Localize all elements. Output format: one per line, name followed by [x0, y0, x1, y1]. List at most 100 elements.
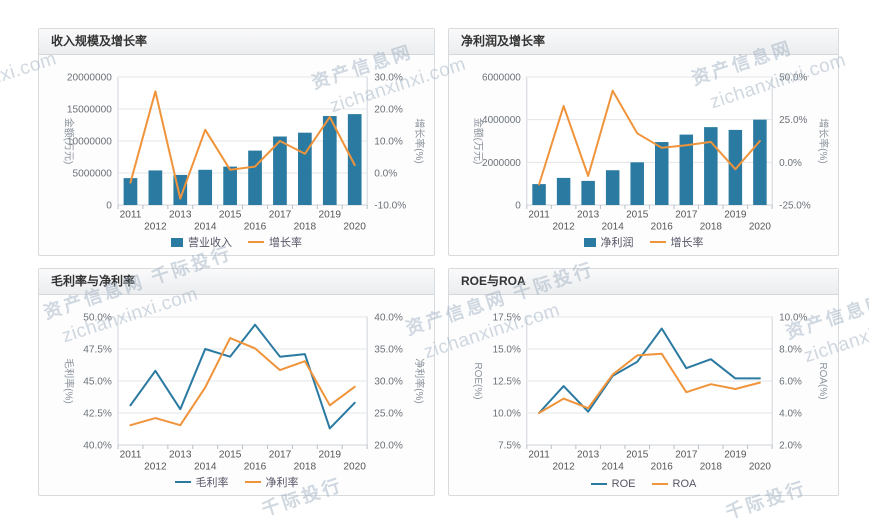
y-axis-tick-left: 7.5%	[498, 440, 521, 451]
legend-bar-swatch	[171, 238, 183, 247]
y-axis-tick-right: -25.0%	[779, 200, 811, 211]
x-axis-label: 2014	[602, 221, 625, 231]
legend-line-swatch	[650, 241, 666, 244]
bar	[753, 120, 766, 205]
y-axis-tick-right: 30.0%	[374, 377, 403, 388]
y-axis-tick-right: 6.0%	[779, 376, 802, 387]
chart-panel-net-profit: 净利润及增长率 0200000040000006000000-25.0%0.0%…	[448, 28, 839, 256]
bar	[298, 133, 312, 205]
revenue-growth-chart: 05000000100000001500000020000000-10.0%0.…	[39, 55, 434, 231]
legend-item[interactable]: 净利率	[245, 474, 299, 490]
y-axis-title-left: 金额(万元)	[62, 118, 75, 165]
x-axis-label: 2013	[577, 209, 600, 220]
y-axis-title-right: 净利率(%)	[413, 358, 426, 403]
y-axis-tick-left: 17.5%	[493, 312, 521, 323]
chart-title: ROE与ROA	[449, 269, 838, 295]
legend-item[interactable]: 增长率	[650, 234, 704, 250]
bar	[606, 170, 619, 205]
legend-item[interactable]: 增长率	[248, 234, 302, 250]
y-axis-title-right: 增长率(%)	[817, 118, 830, 163]
y-axis-tick-right: 20.0%	[374, 441, 403, 452]
bar	[704, 127, 717, 205]
y-axis-tick-right: 0.0%	[374, 169, 397, 180]
x-axis-label: 2016	[651, 221, 674, 231]
bar	[198, 170, 212, 205]
y-axis-title-left: ROE(%)	[472, 362, 483, 399]
x-axis-label: 2017	[675, 209, 698, 220]
x-axis-label: 2018	[700, 461, 723, 471]
legend-line-swatch	[245, 481, 261, 484]
x-axis-label: 2015	[219, 450, 242, 461]
x-axis-label: 2018	[700, 221, 723, 231]
legend-label: 增长率	[671, 234, 704, 250]
chart-legend: 营业收入增长率	[39, 234, 434, 250]
x-axis-label: 2017	[269, 450, 292, 461]
bar	[729, 130, 742, 205]
x-axis-label: 2012	[144, 222, 167, 231]
x-axis-label: 2016	[651, 461, 674, 471]
legend-label: 毛利率	[196, 474, 229, 490]
report-canvas: 资产信息网 千际投行 zichanxinxi.com 资产信息网 千际投行 zi…	[0, 0, 869, 527]
y-axis-tick-right: 35.0%	[374, 345, 403, 356]
x-axis-label: 2019	[319, 210, 342, 221]
x-axis-label: 2015	[626, 209, 649, 220]
bar	[248, 151, 262, 205]
bar	[348, 114, 362, 205]
y-axis-tick-left: 15000000	[67, 105, 112, 116]
x-axis-label: 2016	[244, 462, 267, 471]
bar	[655, 142, 668, 205]
y-axis-tick-left: 2000000	[482, 158, 521, 169]
x-axis-label: 2013	[169, 210, 192, 221]
legend-label: ROE	[612, 478, 636, 490]
bar	[323, 116, 337, 205]
chart-legend: 净利润 增长率	[449, 234, 838, 250]
y-axis-tick-left: 42.5%	[83, 409, 112, 420]
chart-title: 毛利率与净利率	[39, 269, 434, 295]
x-axis-label: 2020	[749, 461, 772, 471]
y-axis-tick-left: 0	[515, 200, 521, 211]
y-axis-tick-right: 20.0%	[374, 105, 403, 116]
chart-legend: ROE ROA	[449, 478, 838, 490]
y-axis-tick-right: 2.0%	[779, 440, 802, 451]
x-axis-label: 2014	[194, 462, 217, 471]
chart-panel-revenue: 收入规模及增长率 0500000010000000150000002000000…	[38, 28, 435, 256]
y-axis-tick-left: 50.0%	[83, 313, 112, 324]
x-axis-label: 2019	[319, 450, 342, 461]
y-axis-tick-left: 12.5%	[493, 376, 521, 387]
legend-line-swatch	[248, 241, 264, 244]
net-profit-growth-chart: 0200000040000006000000-25.0%0.0%25.0%50.…	[449, 55, 838, 231]
y-axis-title-left: 金额(万元)	[472, 118, 485, 165]
bar	[557, 178, 570, 205]
x-axis-label: 2018	[294, 462, 317, 471]
y-axis-tick-left: 47.5%	[83, 345, 112, 356]
bar	[223, 167, 237, 205]
legend-item[interactable]: 营业收入	[171, 234, 232, 250]
margin-chart: 40.0%42.5%45.0%47.5%50.0%20.0%25.0%30.0%…	[39, 295, 434, 471]
y-axis-tick-right: -10.0%	[374, 201, 406, 212]
y-axis-tick-left: 6000000	[482, 72, 521, 83]
chart-panel-margins: 毛利率与净利率 40.0%42.5%45.0%47.5%50.0%20.0%25…	[38, 268, 435, 496]
x-axis-label: 2011	[528, 209, 550, 220]
legend-item[interactable]: ROE	[591, 478, 636, 490]
y-axis-tick-left: 20000000	[67, 73, 112, 84]
legend-item[interactable]: 净利润	[584, 234, 634, 250]
y-axis-tick-right: 40.0%	[374, 313, 403, 324]
y-axis-tick-right: 25.0%	[779, 115, 807, 126]
legend-item[interactable]: 毛利率	[175, 474, 229, 490]
legend-label: 营业收入	[188, 234, 232, 250]
x-axis-label: 2020	[343, 222, 366, 231]
legend-bar-swatch	[584, 238, 596, 247]
y-axis-tick-left: 0	[106, 201, 112, 212]
y-axis-tick-left: 40.0%	[83, 441, 112, 452]
x-axis-label: 2011	[120, 210, 142, 221]
legend-item[interactable]: ROA	[652, 478, 697, 490]
y-axis-tick-right: 10.0%	[374, 137, 403, 148]
legend-label: ROA	[673, 478, 697, 490]
y-axis-tick-right: 0.0%	[779, 158, 802, 169]
y-axis-tick-left: 45.0%	[83, 377, 112, 388]
bar	[532, 184, 545, 205]
y-axis-title-right: 增长率(%)	[413, 118, 426, 163]
x-axis-label: 2012	[144, 462, 167, 471]
y-axis-tick-left: 15.0%	[493, 344, 521, 355]
y-axis-tick-right: 30.0%	[374, 73, 403, 84]
